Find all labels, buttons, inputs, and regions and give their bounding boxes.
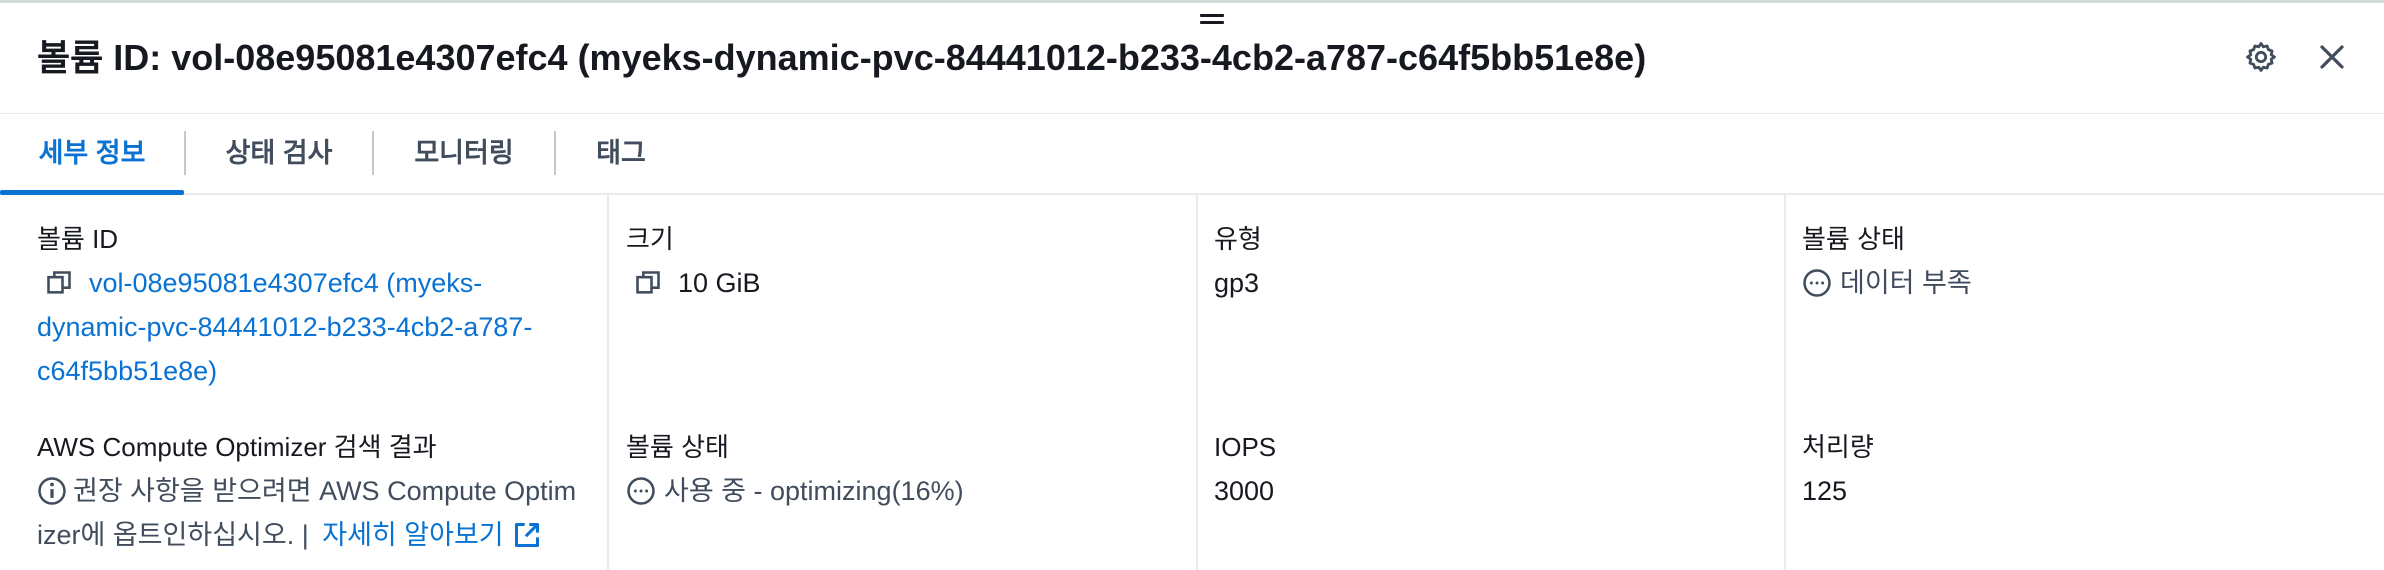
volume-details-panel: 볼륨 ID: vol-08e95081e4307efc4 (myeks-dyna… (0, 0, 2384, 570)
field-volume-id: 볼륨 ID vol-08e95081e4307efc4 (myeks- dyna… (37, 217, 532, 393)
volume-status-line: 데이터 부족 (1802, 261, 1972, 305)
column-divider (607, 195, 609, 570)
copy-icon[interactable] (632, 269, 664, 297)
field-type: 유형 gp3 (1214, 217, 1262, 305)
close-button[interactable] (2310, 35, 2354, 79)
optimizer-line: 권장 사항을 받으려면 AWS Compute Optim (37, 469, 576, 513)
tab-list: 세부 정보 상태 검사 모니터링 태그 (0, 113, 2384, 195)
column-divider (1784, 195, 1786, 570)
volume-id-link-cont[interactable]: dynamic-pvc-84441012-b233-4cb2-a787- (37, 305, 532, 349)
page-title: 볼륨 ID: vol-08e95081e4307efc4 (myeks-dyna… (37, 37, 1647, 78)
tab-monitoring[interactable]: 모니터링 (374, 113, 554, 193)
field-throughput: 처리량 125 (1802, 425, 1874, 513)
tab-tags[interactable]: 태그 (556, 113, 686, 193)
optimizer-message-cont: izer에 옵트인하십시오. | (37, 520, 317, 550)
field-label: 볼륨 ID (37, 224, 119, 254)
size-value-line: 10 GiB (626, 261, 761, 305)
close-icon (2317, 42, 2347, 72)
copy-icon[interactable] (43, 269, 75, 297)
volume-state-line: 사용 중 - optimizing(16%) (626, 469, 964, 513)
field-label: 유형 (1214, 224, 1262, 254)
external-link-icon[interactable] (512, 521, 542, 549)
pending-icon (1802, 268, 1832, 298)
pending-icon (626, 476, 656, 506)
field-size: 크기 10 GiB (626, 217, 761, 305)
field-label: AWS Compute Optimizer 검색 결과 (37, 432, 437, 462)
volume-status-value: 데이터 부족 (1840, 268, 1972, 298)
settings-button[interactable] (2239, 35, 2283, 79)
field-label: 처리량 (1802, 432, 1874, 462)
field-label: 볼륨 상태 (1802, 224, 1905, 254)
gear-icon (2244, 40, 2278, 74)
iops-value: 3000 (1214, 476, 1275, 506)
throughput-value: 125 (1802, 476, 1848, 506)
optimizer-message: 권장 사항을 받으려면 AWS Compute Optim (73, 476, 577, 506)
details-grid: 볼륨 ID vol-08e95081e4307efc4 (myeks- dyna… (0, 195, 2384, 570)
field-label: 크기 (626, 224, 674, 254)
volume-state-value: 사용 중 - optimizing(16%) (664, 476, 964, 506)
column-divider (1196, 195, 1198, 570)
tab-details[interactable]: 세부 정보 (0, 113, 184, 195)
tab-status-checks[interactable]: 상태 검사 (186, 113, 372, 193)
field-volume-state: 볼륨 상태 사용 중 - optimizing(16%) (626, 425, 964, 513)
size-value: 10 GiB (678, 268, 761, 298)
volume-id-link-cont[interactable]: c64f5bb51e8e) (37, 349, 532, 393)
learn-more-link[interactable]: 자세히 알아보기 (322, 513, 503, 557)
volume-id-link[interactable]: vol-08e95081e4307efc4 (myeks- (89, 261, 482, 305)
field-label: IOPS (1214, 432, 1277, 462)
field-iops: IOPS 3000 (1214, 425, 1276, 513)
panel-header: 볼륨 ID: vol-08e95081e4307efc4 (myeks-dyna… (0, 3, 2384, 114)
field-label: 볼륨 상태 (626, 432, 729, 462)
optimizer-line: izer에 옵트인하십시오. | 자세히 알아보기 (37, 513, 576, 557)
info-icon (37, 476, 67, 506)
type-value: gp3 (1214, 268, 1260, 298)
field-volume-status: 볼륨 상태 데이터 부족 (1802, 217, 1972, 305)
volume-id-line: vol-08e95081e4307efc4 (myeks- (37, 261, 532, 305)
field-compute-optimizer: AWS Compute Optimizer 검색 결과 권장 사항을 받으려면 … (37, 425, 576, 557)
